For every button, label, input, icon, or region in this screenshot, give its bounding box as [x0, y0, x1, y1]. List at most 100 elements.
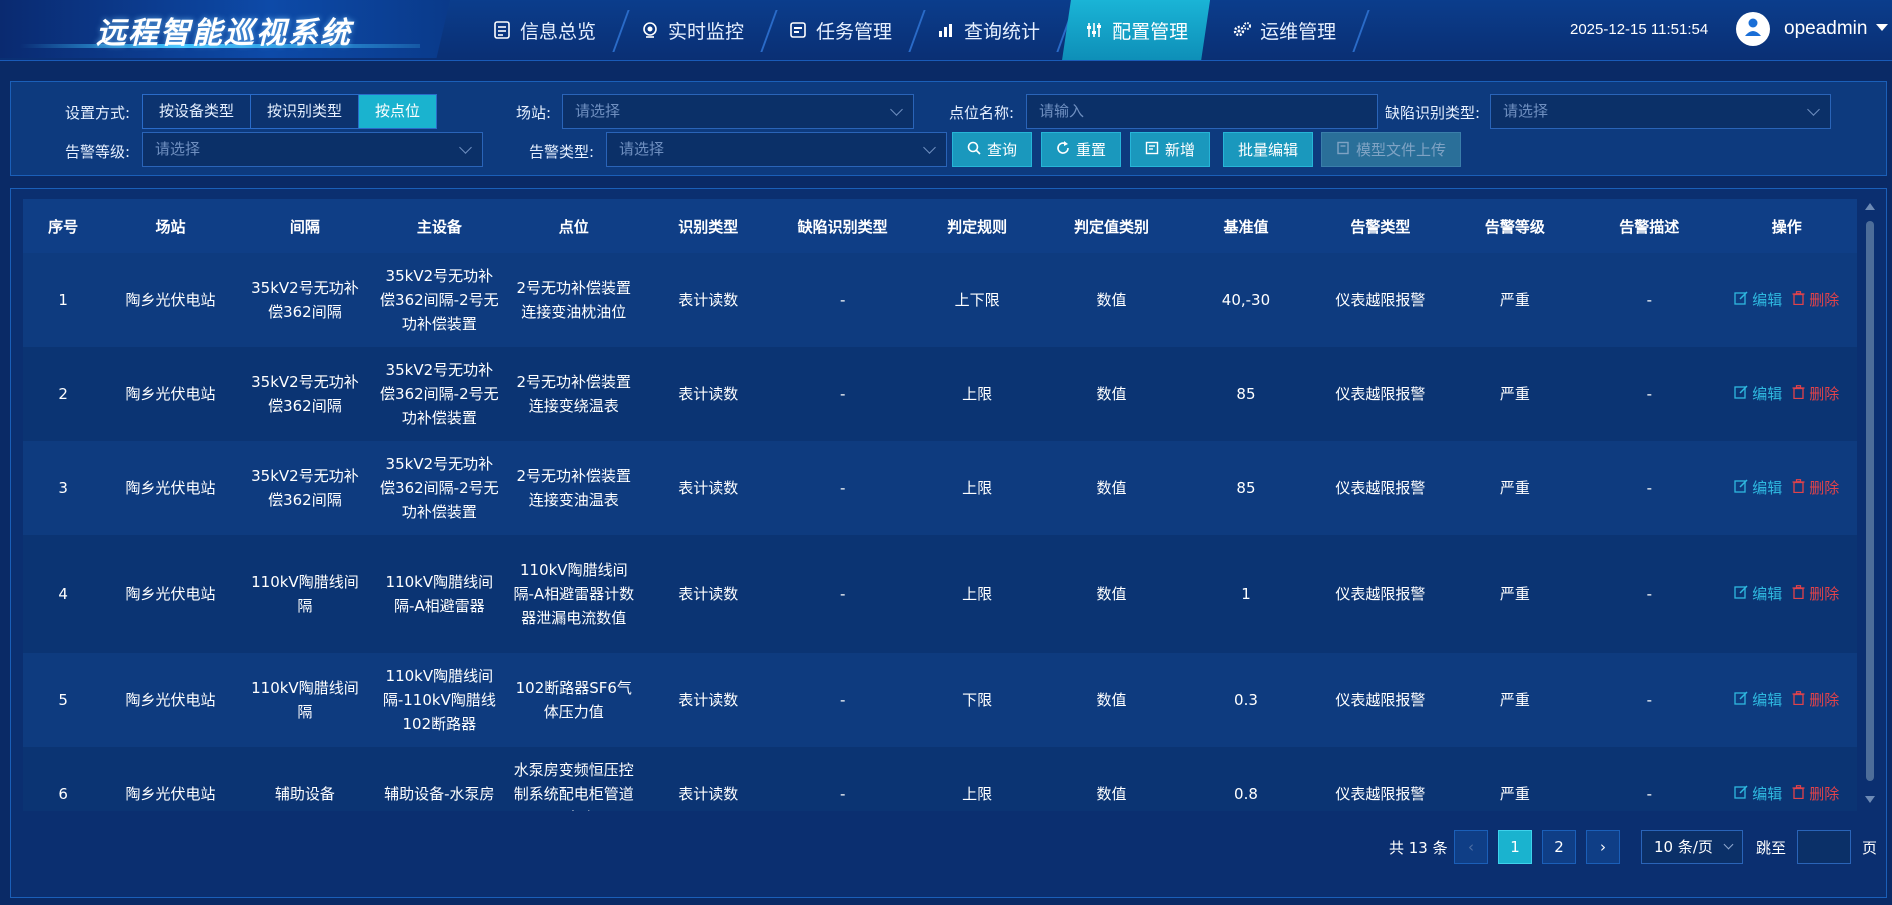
table-scroll-area[interactable]: 序号 场站 间隔 主设备 点位 识别类型 缺陷识别类型 判定规则 判定值类别 基…	[23, 199, 1857, 811]
cell-ops: 编辑 删除	[1717, 441, 1858, 535]
col-header-device: 主设备	[416, 217, 462, 236]
row-actions: 编辑 删除	[1723, 288, 1852, 312]
cell-alarm-type: 仪表越限报警	[1335, 585, 1426, 603]
delete-button[interactable]: 删除	[1792, 476, 1839, 500]
table-header-row: 序号 场站 间隔 主设备 点位 识别类型 缺陷识别类型 判定规则 判定值类别 基…	[23, 199, 1857, 253]
col-header-alarm-desc: 告警描述	[1619, 217, 1680, 236]
col-header-station: 场站	[155, 217, 186, 236]
cell-rule: 上限	[962, 385, 993, 403]
cell-device: 35kV2号无功补偿362间隔-2号无功补偿装置	[380, 361, 499, 427]
row-actions: 编辑 删除	[1723, 476, 1852, 500]
edit-icon	[1734, 688, 1748, 712]
scroll-up-icon[interactable]	[1865, 203, 1875, 210]
col-header-alarm-level: 告警等级	[1484, 217, 1545, 236]
edit-button[interactable]: 编辑	[1734, 288, 1782, 312]
edit-label: 编辑	[1752, 385, 1783, 403]
add-button[interactable]: 新增	[1130, 132, 1211, 167]
cell-no: 3	[58, 479, 68, 497]
batch-edit-button[interactable]: 批量编辑	[1223, 132, 1314, 167]
delete-button[interactable]: 删除	[1792, 382, 1839, 406]
table-row: 6 陶乡光伏电站 辅助设备 辅助设备-水泵房水泵房变频恒压控制系统配电柜管道压力表 表计…	[23, 747, 1857, 811]
nav-ops-management[interactable]: 运维管理	[1210, 0, 1370, 60]
station-placeholder: 请选择	[575, 102, 621, 120]
delete-button[interactable]: 删除	[1792, 582, 1839, 606]
nav-label: 信息总览	[520, 20, 597, 43]
table-row: 2 陶乡光伏电站 35kV2号无功补偿362间隔 35kV2号无功补偿362间隔-2号…	[23, 347, 1857, 441]
col-header-bay: 间隔	[289, 217, 320, 236]
cell-no: 5	[58, 691, 68, 709]
next-page-button[interactable]: ›	[1586, 830, 1620, 864]
pagination-total: 共 13 条	[1389, 839, 1448, 857]
edit-button[interactable]: 编辑	[1734, 688, 1782, 712]
prev-page-button[interactable]: ‹	[1454, 830, 1488, 864]
cell-station: 陶乡光伏电站	[125, 691, 216, 709]
edit-button[interactable]: 编辑	[1734, 476, 1782, 500]
nav-task-management[interactable]: 任务管理	[766, 0, 926, 60]
delete-button[interactable]: 删除	[1792, 782, 1839, 806]
nav-realtime-monitor[interactable]: 实时监控	[618, 0, 778, 60]
cell-device: 辅助设备-水泵房	[384, 785, 495, 803]
edit-button[interactable]: 编辑	[1734, 782, 1782, 806]
defect-type-select[interactable]: 请选择	[1490, 94, 1831, 129]
cell-point: 102断路器SF6气体压力值	[515, 679, 632, 721]
upload-model-button[interactable]: 模型文件上传	[1321, 132, 1462, 167]
point-name-placeholder: 请输入	[1039, 102, 1085, 120]
nav-info-overview[interactable]: 信息总览	[470, 0, 630, 60]
point-name-input[interactable]: 请输入	[1026, 94, 1378, 129]
mode-by-recognition-type[interactable]: 按识别类型	[251, 95, 360, 128]
col-header-point: 点位	[558, 217, 589, 236]
cell-value-cat: 数值	[1096, 291, 1127, 309]
point-name-label: 点位名称:	[949, 104, 1015, 122]
alarm-type-select[interactable]: 请选择	[606, 132, 947, 167]
edit-label: 编辑	[1752, 785, 1783, 803]
delete-label: 删除	[1809, 479, 1840, 497]
page-button-2[interactable]: 2	[1542, 830, 1576, 864]
username[interactable]: opeadmin	[1784, 18, 1867, 40]
cell-recog-type: 表计读数	[678, 291, 739, 309]
station-select[interactable]: 请选择	[562, 94, 914, 129]
defect-type-placeholder: 请选择	[1503, 102, 1549, 120]
delete-button[interactable]: 删除	[1792, 688, 1839, 712]
query-button[interactable]: 查询	[952, 132, 1033, 167]
config-table: 序号 场站 间隔 主设备 点位 识别类型 缺陷识别类型 判定规则 判定值类别 基…	[23, 199, 1857, 811]
scrollbar-thumb[interactable]	[1866, 221, 1874, 781]
table-body: 1 陶乡光伏电站 35kV2号无功补偿362间隔 35kV2号无功补偿362间隔-2号…	[23, 253, 1857, 811]
mode-by-device-type[interactable]: 按设备类型	[143, 95, 252, 128]
page-button-1[interactable]: 1	[1498, 830, 1532, 864]
col-header-ops: 操作	[1771, 217, 1802, 236]
jump-label: 跳至	[1756, 839, 1787, 857]
reset-button[interactable]: 重置	[1041, 132, 1122, 167]
page-size-select[interactable]: 10 条/页	[1641, 830, 1743, 864]
jump-page-input[interactable]	[1797, 830, 1851, 864]
alarm-level-select[interactable]: 请选择	[142, 132, 483, 167]
row-actions: 编辑 删除	[1723, 382, 1852, 406]
reset-button-label: 重置	[1076, 141, 1107, 159]
nav-config-management[interactable]: 配置管理	[1062, 0, 1211, 60]
app-title: 远程智能巡视系统	[96, 16, 352, 51]
scroll-down-icon[interactable]	[1865, 796, 1875, 803]
cell-alarm-type: 仪表越限报警	[1335, 385, 1426, 403]
mode-by-point[interactable]: 按点位	[359, 95, 437, 128]
cell-value-cat: 数值	[1096, 785, 1127, 803]
cell-ops: 编辑 删除	[1717, 747, 1858, 811]
nav-label: 查询统计	[964, 20, 1041, 43]
cell-station: 陶乡光伏电站	[125, 385, 216, 403]
edit-button[interactable]: 编辑	[1734, 382, 1782, 406]
caret-down-icon[interactable]	[1876, 24, 1888, 31]
delete-button[interactable]: 删除	[1792, 288, 1839, 312]
chart-icon	[936, 20, 956, 40]
user-icon	[1742, 16, 1764, 42]
cell-device: 35kV2号无功补偿362间隔-2号无功补偿装置	[380, 455, 499, 521]
cell-value-cat: 数值	[1096, 479, 1127, 497]
avatar[interactable]	[1736, 12, 1770, 46]
nav-query-stats[interactable]: 查询统计	[914, 0, 1074, 60]
col-header-recog-type: 识别类型	[678, 217, 739, 236]
filter-panel: 设置方式: 按设备类型 按识别类型 按点位 场站: 请选择 点位名称: 请输入 …	[10, 81, 1887, 176]
chevron-down-icon	[923, 141, 936, 154]
edit-button[interactable]: 编辑	[1734, 582, 1782, 606]
nav-label: 任务管理	[816, 20, 893, 43]
cell-bay: 35kV2号无功补偿362间隔	[251, 373, 359, 415]
trash-icon	[1792, 582, 1805, 606]
delete-label: 删除	[1809, 691, 1840, 709]
chevron-left-icon: ‹	[1468, 838, 1474, 856]
